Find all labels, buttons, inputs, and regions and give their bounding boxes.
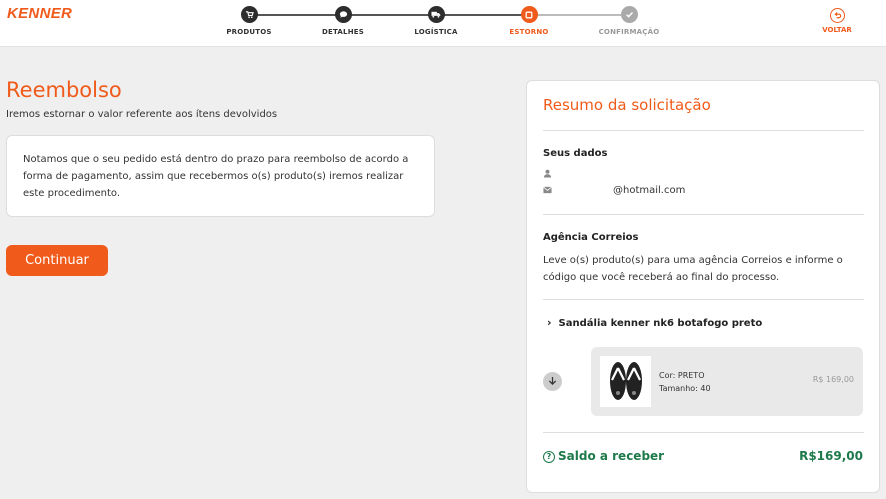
step-confirmacao: CONFIRMAÇÃO: [589, 6, 669, 36]
email-value: @hotmail.com: [613, 185, 686, 196]
product-expand-toggle[interactable]: › Sandália kenner nk6 botafogo preto: [547, 316, 762, 329]
divider: [543, 130, 864, 131]
cart-icon: [240, 6, 258, 23]
divider: [543, 432, 864, 433]
product-thumbnail: [600, 356, 651, 407]
step-label: PRODUTOS: [226, 28, 272, 36]
refund-icon: [520, 6, 538, 23]
step-label: ESTORNO: [509, 28, 549, 36]
product-name: Sandália kenner nk6 botafogo preto: [558, 318, 763, 329]
page-subtitle: Iremos estornar o valor referente aos ít…: [6, 109, 278, 120]
product-price: R$ 169,00: [812, 375, 854, 384]
back-icon: [829, 8, 845, 23]
agency-title: Agência Correios: [543, 232, 639, 243]
balance-value: R$169,00: [799, 449, 863, 463]
question-icon[interactable]: ?: [543, 451, 555, 463]
product-meta: Cor: PRETO Tamanho: 40: [659, 369, 711, 395]
truck-icon: [427, 6, 445, 23]
agency-instructions: Leve o(s) produto(s) para uma agência Co…: [543, 255, 843, 283]
refund-notice-box: Notamos que o seu pedido está dentro do …: [6, 135, 435, 217]
step-label: DETALHES: [322, 28, 364, 36]
continue-button[interactable]: Continuar: [6, 245, 108, 276]
balance-label-row: ? Saldo a receber: [543, 449, 664, 463]
kenner-logo[interactable]: KENNER: [7, 5, 72, 22]
balance-label: Saldo a receber: [558, 449, 665, 463]
step-logistica: LOGÍSTICA: [396, 6, 476, 36]
arrow-down-icon[interactable]: [543, 372, 562, 391]
product-color: Cor: PRETO: [659, 371, 705, 380]
step-estorno: ESTORNO: [489, 6, 569, 36]
refund-notice-text: Notamos que o seu pedido está dentro do …: [23, 154, 409, 199]
step-label: LOGÍSTICA: [414, 28, 458, 36]
request-summary-card: Resumo da solicitação Seus dados @hotmai…: [526, 80, 880, 493]
envelope-icon: [543, 186, 552, 197]
step-detalhes: DETALHES: [303, 6, 383, 36]
top-header: KENNER PRODUTOS DETALHES LOGÍSTICA ESTOR…: [0, 0, 886, 47]
back-button[interactable]: VOLTAR: [812, 8, 862, 34]
chat-icon: [334, 6, 352, 23]
back-label: VOLTAR: [822, 26, 852, 34]
divider: [543, 214, 864, 215]
step-produtos: PRODUTOS: [209, 6, 289, 36]
product-size: Tamanho: 40: [659, 384, 711, 393]
user-icon: [543, 169, 552, 181]
product-item: Cor: PRETO Tamanho: 40 R$ 169,00: [591, 347, 863, 416]
summary-title: Resumo da solicitação: [543, 96, 711, 114]
chevron-right-icon: ›: [547, 316, 552, 329]
progress-line-complete: [249, 14, 529, 16]
page-title: Reembolso: [6, 78, 122, 102]
divider: [543, 299, 864, 300]
check-icon: [620, 6, 638, 23]
your-data-title: Seus dados: [543, 148, 608, 159]
step-label: CONFIRMAÇÃO: [598, 28, 660, 36]
